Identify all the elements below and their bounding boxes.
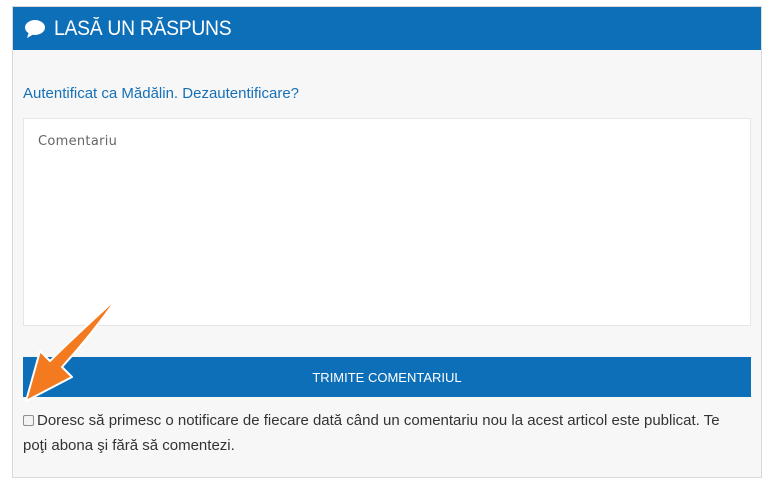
page-title: LASĂ UN RĂSPUNS (54, 16, 232, 40)
submit-comment-button[interactable]: TRIMITE COMENTARIUL (23, 357, 751, 397)
speech-bubble-icon (24, 18, 46, 40)
comment-textarea[interactable] (23, 118, 751, 326)
subscribe-label[interactable]: Doresc să primesc o notificare de fiecar… (23, 412, 720, 454)
subscribe-option: Doresc să primesc o notificare de fiecar… (23, 408, 743, 458)
panel-header: LASĂ UN RĂSPUNS (13, 7, 761, 50)
subscribe-checkbox[interactable] (23, 415, 34, 426)
logged-in-notice: Autentificat ca Mădălin. Dezautentificar… (23, 85, 299, 102)
logged-in-text: Autentificat ca Mădălin. (23, 85, 183, 102)
logout-link[interactable]: Dezautentificare? (182, 85, 299, 102)
comment-form-panel: LASĂ UN RĂSPUNS Autentificat ca Mădălin.… (12, 6, 762, 478)
